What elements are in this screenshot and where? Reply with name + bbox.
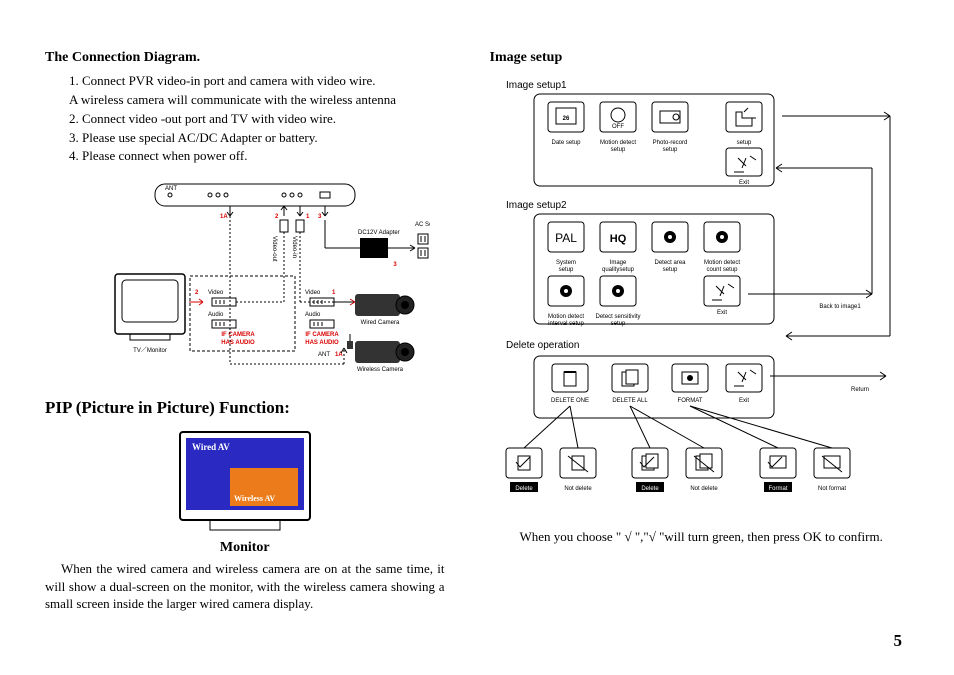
page-number: 5 [894, 631, 903, 651]
svg-text:Wired Camera: Wired Camera [360, 320, 399, 326]
svg-text:Exit: Exit [717, 310, 727, 316]
svg-text:1A: 1A [220, 214, 228, 220]
svg-text:DELETE ALL: DELETE ALL [612, 398, 648, 404]
svg-text:Photo-record: Photo-record [652, 140, 687, 146]
svg-text:qualitysetup: qualitysetup [602, 267, 635, 273]
svg-text:2: 2 [275, 214, 279, 220]
svg-text:Wired AV: Wired AV [192, 442, 230, 452]
svg-text:ANT: ANT [318, 352, 330, 358]
svg-text:Not delete: Not delete [564, 486, 592, 492]
svg-text:AC Socket: AC Socket [415, 222, 430, 228]
svg-text:DC12V Adapter: DC12V Adapter [358, 230, 400, 236]
svg-text:Detect area: Detect area [654, 260, 686, 266]
svg-text:Image setup1: Image setup1 [506, 80, 567, 91]
svg-text:HAS AUDIO: HAS AUDIO [305, 340, 339, 346]
svg-text:Date setup: Date setup [551, 140, 581, 146]
svg-text:Video: Video [305, 290, 321, 296]
svg-text:3: 3 [318, 214, 322, 220]
svg-text:setup: setup [558, 267, 573, 273]
svg-text:Image setup2: Image setup2 [506, 200, 567, 211]
svg-text:TV／Monitor: TV／Monitor [133, 347, 167, 354]
step-1: 1. Connect PVR video-in port and camera … [69, 72, 445, 91]
connection-figure: ANT 1A 2 1 3 [45, 176, 445, 386]
svg-text:setup: setup [662, 147, 677, 153]
svg-text:Detect sensitivity: Detect sensitivity [595, 314, 640, 320]
svg-text:Audio: Audio [305, 312, 321, 318]
svg-text:setup: setup [610, 321, 625, 327]
pip-figure: Wired AV Wireless AV Monitor [45, 428, 445, 556]
svg-text:26: 26 [562, 116, 569, 122]
svg-text:Not format: Not format [818, 486, 846, 492]
svg-text:Delete operation: Delete operation [506, 340, 579, 351]
svg-text:PAL: PAL [555, 231, 577, 245]
svg-text:DELETE ONE: DELETE ONE [551, 398, 589, 404]
step-3: 3. Please use special AC/DC Adapter or b… [69, 129, 445, 148]
svg-text:Delete: Delete [515, 486, 533, 492]
svg-text:1A: 1A [335, 352, 343, 358]
svg-text:Not delete: Not delete [690, 486, 718, 492]
pip-body: When the wired camera and wireless camer… [45, 560, 445, 613]
svg-text:setup: setup [610, 147, 625, 153]
svg-text:Audio: Audio [208, 312, 224, 318]
svg-text:1: 1 [306, 214, 310, 220]
svg-text:setup: setup [662, 267, 677, 273]
svg-text:setup: setup [736, 140, 751, 146]
pip-heading: PIP (Picture in Picture) Function: [45, 398, 445, 418]
svg-text:3: 3 [393, 262, 397, 268]
svg-text:IF CAMERA: IF CAMERA [305, 332, 339, 338]
svg-text:count setup: count setup [706, 267, 738, 273]
svg-text:Back to image1: Back to image1 [819, 304, 861, 310]
svg-text:Format: Format [768, 486, 787, 492]
svg-text:Delete: Delete [641, 486, 659, 492]
svg-text:interval setup: interval setup [548, 321, 584, 327]
connection-heading: The Connection Diagram. [45, 50, 445, 66]
step-4: 4. Please connect when power off. [69, 147, 445, 166]
svg-text:Image: Image [609, 260, 626, 266]
svg-text:Return: Return [851, 387, 869, 393]
monitor-caption: Monitor [45, 540, 445, 556]
svg-text:2: 2 [195, 290, 199, 296]
svg-text:OFF: OFF [612, 124, 624, 130]
svg-text:FORMAT: FORMAT [677, 398, 702, 404]
image-setup-heading: Image setup [490, 50, 909, 66]
svg-text:HAS AUDIO: HAS AUDIO [221, 340, 255, 346]
svg-text:Motion detect: Motion detect [548, 314, 584, 320]
svg-text:System: System [556, 260, 576, 266]
svg-text:HQ: HQ [609, 233, 626, 245]
svg-text:Motion detect: Motion detect [600, 140, 636, 146]
svg-text:Exit: Exit [739, 180, 749, 186]
image-setup-figure: Image setup1 26 Date setup OFF Motion de… [490, 76, 909, 516]
svg-text:ANT: ANT [165, 186, 177, 192]
svg-text:Video-out: Video-out [271, 236, 277, 262]
svg-text:Video-in: Video-in [291, 236, 297, 258]
svg-text:Motion detect: Motion detect [704, 260, 740, 266]
svg-text:Wireless Camera: Wireless Camera [357, 367, 404, 373]
svg-text:IF CAMERA: IF CAMERA [221, 332, 255, 338]
confirm-line: When you choose " √ ","√ "will turn gree… [520, 528, 909, 546]
svg-text:1: 1 [332, 290, 336, 296]
step-2: 2. Connect video -out port and TV with v… [69, 110, 445, 129]
svg-text:Wireless AV: Wireless AV [234, 494, 275, 503]
step-1-note: A wireless camera will communicate with … [69, 91, 445, 110]
svg-text:Video: Video [208, 290, 224, 296]
svg-text:Exit: Exit [739, 398, 749, 404]
